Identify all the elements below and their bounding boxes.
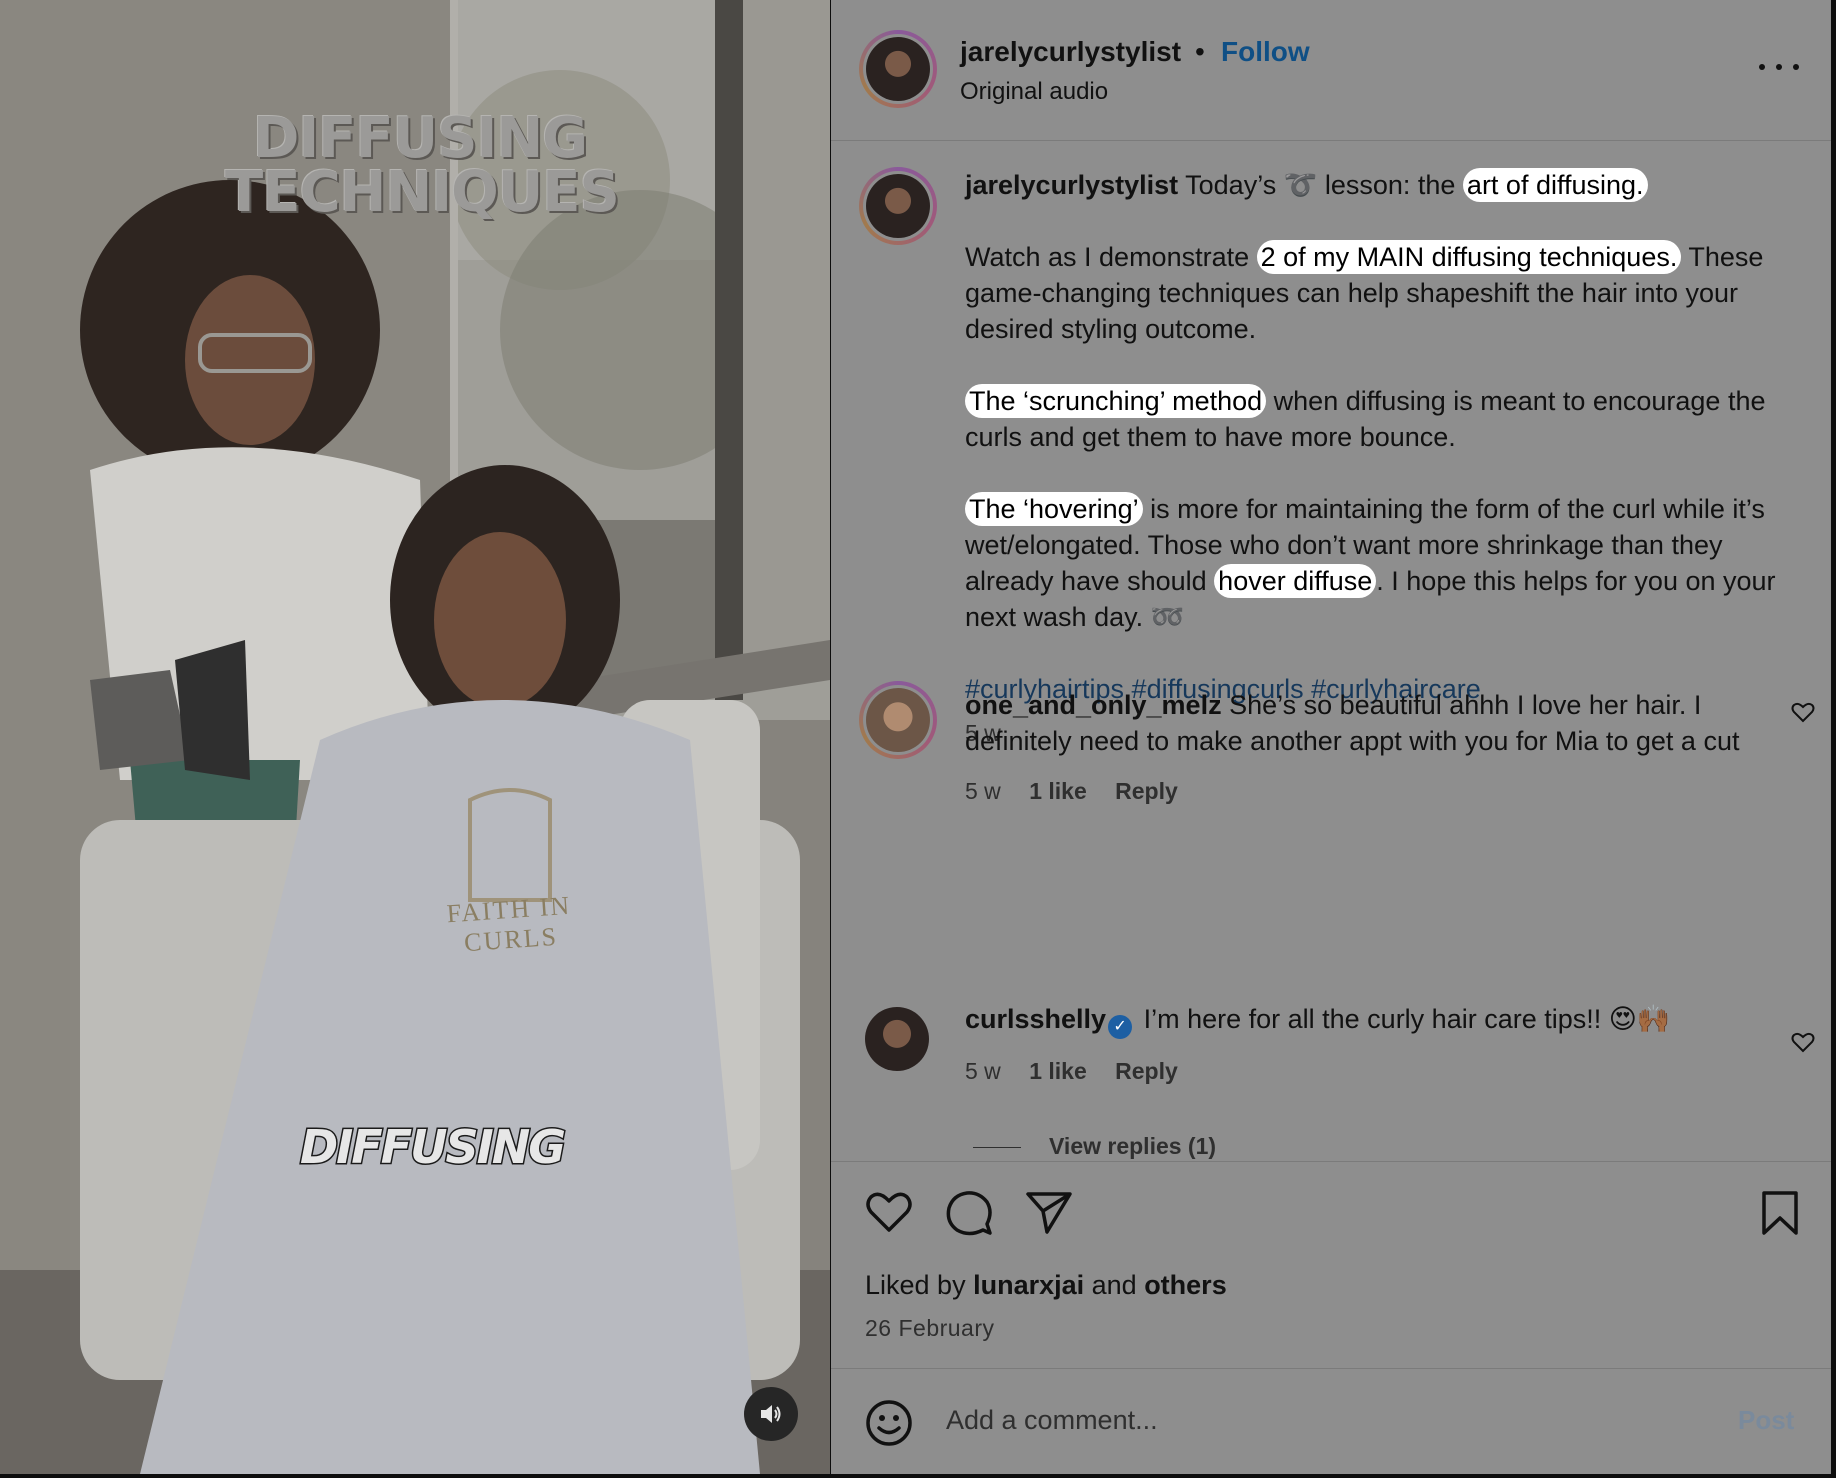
caption-highlight: 2 of my MAIN diffusing techniques. [1256, 240, 1682, 274]
comment-input[interactable] [944, 1399, 1688, 1441]
comment-icon[interactable] [945, 1190, 993, 1236]
video-title-line2: TECHNIQUES [225, 160, 620, 225]
likes-summary: Liked by lunarxjai and others [865, 1270, 1227, 1301]
liked-mid: and [1084, 1270, 1145, 1300]
caption-author-avatar[interactable] [859, 167, 937, 245]
more-options-icon[interactable] [1759, 52, 1799, 82]
author-avatar[interactable] [859, 30, 937, 108]
liked-prefix: Liked by [865, 1270, 974, 1300]
comment-meta: 5 w 1 like Reply [965, 1053, 1765, 1089]
reel-video[interactable]: DIFFUSING TECHNIQUES FAITH IN CURLS DIFF… [0, 0, 830, 1474]
like-comment-heart-icon[interactable] [1791, 1031, 1815, 1053]
liked-others-link[interactable]: others [1144, 1270, 1227, 1300]
caption-emoji: ➿ [1150, 602, 1185, 632]
replies-divider [973, 1147, 1021, 1149]
post-header: jarelycurlystylist • Follow Original aud… [831, 0, 1831, 141]
comment-text: I’m here for all the curly hair care tip… [1136, 1004, 1671, 1034]
view-replies-label: View replies (1) [1049, 1133, 1217, 1159]
caption-text: Watch as I demonstrate [965, 242, 1257, 272]
video-title-overlay: DIFFUSING TECHNIQUES [225, 106, 620, 225]
post-caption: jarelycurlystylist Today’s ➰ lesson: the… [965, 167, 1795, 751]
post-actions: Liked by lunarxjai and others 26 Februar… [831, 1161, 1831, 1369]
post-panel: jarelycurlystylist • Follow Original aud… [831, 0, 1831, 1474]
caption-highlight: art of diffusing. [1462, 168, 1648, 202]
video-title-line1: DIFFUSING [252, 106, 588, 171]
view-replies-button[interactable]: View replies (1) [973, 1133, 1216, 1160]
caption-text: Today’s ➰ lesson: the [1178, 170, 1463, 200]
video-caption-overlay: DIFFUSING [299, 1119, 568, 1176]
caption-highlight: hover diffuse [1214, 564, 1377, 598]
comment-username[interactable]: curlsshelly [965, 1004, 1106, 1034]
commenter-avatar[interactable] [859, 681, 937, 759]
comment-item: one_and_only_melz She’s so beautiful ahh… [965, 687, 1765, 809]
commenter-avatar[interactable] [865, 1007, 929, 1071]
avatar-image [866, 37, 930, 101]
caption-highlight: The ‘scrunching’ method [965, 384, 1267, 418]
reply-button[interactable]: Reply [1115, 778, 1178, 804]
emoji-icon[interactable] [865, 1399, 913, 1447]
audio-label[interactable]: Original audio [960, 78, 1108, 106]
mute-toggle-button[interactable] [744, 1387, 798, 1441]
author-username[interactable]: jarelycurlystylist [960, 36, 1181, 68]
comment-likes[interactable]: 1 like [1029, 778, 1087, 804]
comments-section[interactable]: jarelycurlystylist Today’s ➰ lesson: the… [831, 141, 1831, 1161]
header-separator: • [1195, 36, 1205, 67]
share-icon[interactable] [1025, 1190, 1073, 1234]
heart-icon[interactable] [865, 1190, 913, 1234]
post-comment-button[interactable]: Post [1738, 1405, 1794, 1436]
avatar-image [866, 174, 930, 238]
follow-button[interactable]: Follow [1221, 36, 1310, 68]
caption-highlight: The ‘hovering’ [965, 492, 1143, 526]
comment-username[interactable]: one_and_only_melz [965, 690, 1222, 720]
like-comment-heart-icon[interactable] [1791, 701, 1815, 723]
caption-username[interactable]: jarelycurlystylist [965, 170, 1178, 200]
verified-badge-icon: ✓ [1108, 1015, 1133, 1039]
comment-meta: 5 w 1 like Reply [965, 773, 1765, 809]
comment-item: curlsshelly ✓ I’m here for all the curly … [965, 1001, 1765, 1089]
comment-time[interactable]: 5 w [965, 778, 1001, 804]
liked-user-link[interactable]: lunarxjai [973, 1270, 1084, 1300]
comment-time[interactable]: 5 w [965, 1058, 1001, 1084]
reply-button[interactable]: Reply [1115, 1058, 1178, 1084]
post-date[interactable]: 26 February [865, 1315, 995, 1342]
bookmark-icon[interactable] [1760, 1190, 1800, 1236]
comment-composer: Post [831, 1368, 1831, 1475]
comment-likes[interactable]: 1 like [1029, 1058, 1087, 1084]
speaker-icon [761, 1405, 781, 1423]
avatar-image [866, 688, 930, 752]
